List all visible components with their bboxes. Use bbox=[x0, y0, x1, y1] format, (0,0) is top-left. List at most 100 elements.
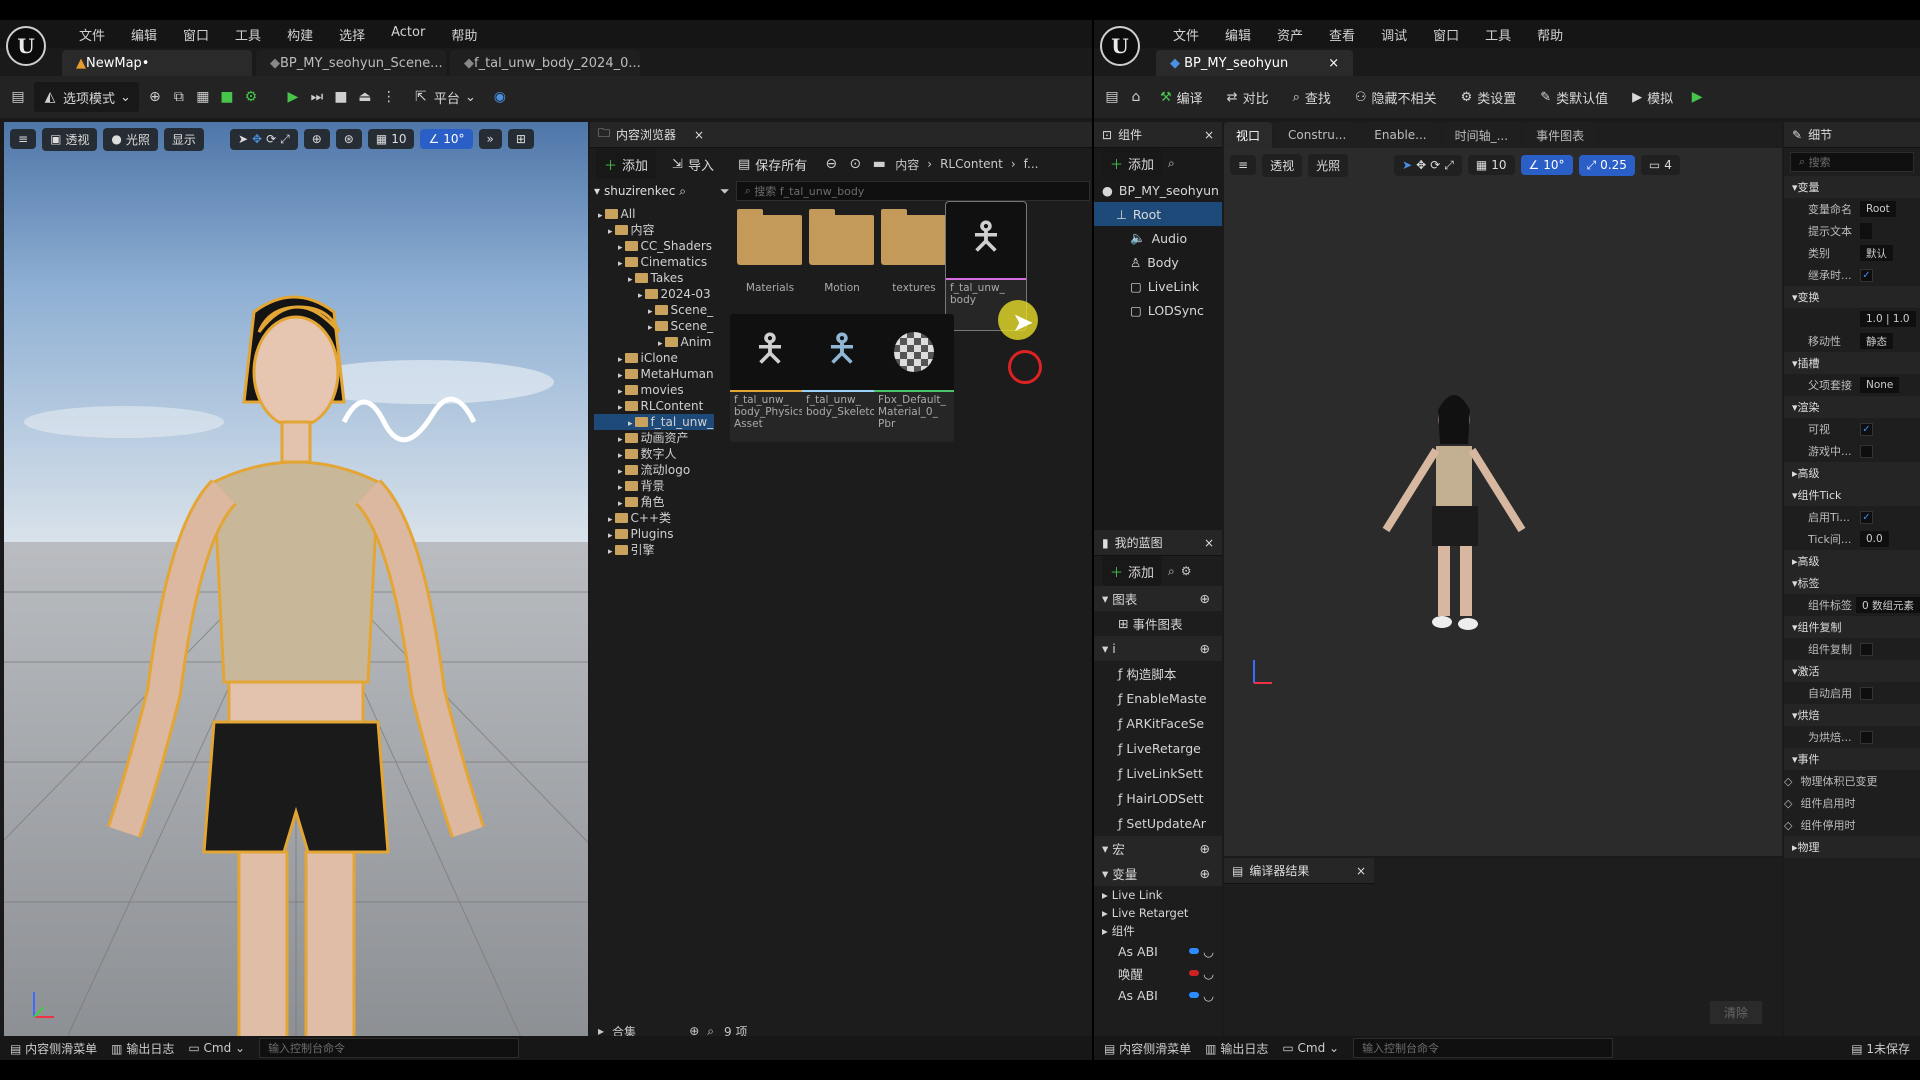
member-item[interactable]: ƒ LiveLinkSett bbox=[1094, 761, 1222, 786]
add-actor-icon[interactable]: ⊕ bbox=[147, 89, 163, 105]
document-tab[interactable]: ◆ BP_MY_seohyun_Scene... bbox=[256, 50, 446, 76]
lit-button[interactable]: 光照 bbox=[1308, 153, 1349, 177]
import-button[interactable]: ⇲ 导入 bbox=[664, 149, 722, 179]
level-viewport[interactable]: ≡ ▣ 透视 ● 光照 显示 ➤ ✥ ⟳ ⤢ ⊕ ⊛ ▦ 10 ∠ 10° » ⊞ bbox=[4, 122, 588, 1044]
tree-item[interactable]: ▸ 角色 bbox=[594, 494, 714, 510]
property-value[interactable]: 静态 bbox=[1860, 333, 1893, 349]
angle-snap-button[interactable]: ∠ 10° bbox=[420, 129, 473, 149]
property-value[interactable]: 0.0 bbox=[1860, 531, 1889, 547]
variable-item[interactable]: 唤醒 ◡ bbox=[1094, 962, 1222, 984]
viewport-menu-button[interactable]: ≡ bbox=[10, 129, 37, 149]
close-icon[interactable]: × bbox=[1328, 56, 1339, 71]
details-section[interactable]: ▸ 高级 bbox=[1784, 550, 1920, 572]
details-section[interactable]: ▾ 变量 bbox=[1784, 176, 1920, 198]
gear-icon[interactable]: ⚙ bbox=[1181, 564, 1192, 578]
clear-button[interactable]: 清除 bbox=[1709, 1001, 1762, 1024]
build-icon[interactable]: ■ bbox=[219, 89, 235, 105]
add-member-button[interactable]: ＋添加 bbox=[1102, 556, 1163, 586]
variable-item[interactable]: As ABI ◡ bbox=[1094, 984, 1222, 1006]
drawer-button[interactable]: ▤ 内容侧滑菜单 bbox=[1104, 1040, 1191, 1057]
details-section[interactable]: ▾ 组件Tick bbox=[1784, 484, 1920, 506]
toolbar-button-filter[interactable]: ⚇ 隐藏不相关 bbox=[1347, 82, 1445, 112]
breadcrumb-item[interactable]: 内容 bbox=[895, 156, 919, 173]
tree-item[interactable]: ▸ RLContent bbox=[594, 398, 714, 414]
console-input[interactable]: 输入控制台命令 bbox=[1353, 1038, 1614, 1058]
scale-icon[interactable]: ⤢ bbox=[280, 132, 290, 147]
close-icon[interactable]: × bbox=[1204, 536, 1214, 550]
editor-tab[interactable]: 事件图表 bbox=[1524, 122, 1597, 148]
details-search-input[interactable]: ⌕ 搜索 bbox=[1790, 152, 1914, 172]
rotate-icon[interactable]: ⟳ bbox=[1430, 158, 1440, 172]
details-section[interactable]: ▾ 事件 bbox=[1784, 748, 1920, 770]
filter-icon[interactable]: ⏷ bbox=[720, 184, 730, 199]
variable-group[interactable]: ▸ 组件 bbox=[1094, 922, 1222, 940]
menu-item[interactable]: 调试 bbox=[1368, 25, 1420, 44]
search-icon[interactable]: ⌕ bbox=[679, 184, 686, 199]
asset-tile[interactable]: textures bbox=[874, 202, 954, 330]
variable-group[interactable]: ▸ Live Retarget bbox=[1094, 904, 1222, 922]
editor-tab[interactable]: 时间轴_... bbox=[1442, 122, 1521, 148]
add-button[interactable]: ＋添加 bbox=[596, 149, 657, 179]
menu-item[interactable]: 查看 bbox=[1316, 25, 1368, 44]
menu-item[interactable]: 窗口 bbox=[170, 25, 222, 44]
tree-item[interactable]: ▸ 内容 bbox=[594, 222, 714, 238]
menu-item[interactable]: 编辑 bbox=[118, 25, 170, 44]
section-header[interactable]: ▾ 宏 ⊕ bbox=[1094, 836, 1222, 861]
browse-icon[interactable]: ⌂ bbox=[1128, 89, 1144, 105]
menu-item[interactable]: 文件 bbox=[66, 25, 118, 44]
component-item[interactable]: ▢ LiveLink bbox=[1094, 274, 1222, 298]
tree-item[interactable]: ▸ movies bbox=[594, 382, 714, 398]
search-input[interactable]: ⌕ 搜索 f_tal_unw_body bbox=[735, 181, 1090, 201]
drawer-button[interactable]: ▤ 内容侧滑菜单 bbox=[10, 1040, 97, 1057]
tree-item[interactable]: ▸ Scene_ bbox=[594, 302, 714, 318]
menu-item[interactable]: 编辑 bbox=[1212, 25, 1264, 44]
component-item[interactable]: ▢ LODSync bbox=[1094, 298, 1222, 322]
perspective-button[interactable]: ▣ 透视 bbox=[42, 127, 98, 151]
details-section[interactable]: ▾ 渲染 bbox=[1784, 396, 1920, 418]
tree-root-label[interactable]: shuzirenkec bbox=[604, 184, 675, 198]
checkbox[interactable] bbox=[1860, 686, 1873, 700]
document-tab[interactable]: ◆ f_tal_unw_body_2024_0... bbox=[450, 50, 640, 76]
tree-item[interactable]: ▸ 引擎 bbox=[594, 542, 714, 558]
world-local-button[interactable]: ⊕ bbox=[303, 129, 330, 149]
section-header[interactable]: ▾ 变量 ⊕ bbox=[1094, 861, 1222, 886]
cmd-button[interactable]: ▭ Cmd ⌄ bbox=[1282, 1041, 1339, 1055]
folder-icon[interactable]: ▬ bbox=[871, 156, 887, 172]
checkbox[interactable] bbox=[1860, 444, 1873, 458]
select-arrow-icon[interactable]: ➤ bbox=[238, 132, 248, 146]
close-icon[interactable]: × bbox=[694, 128, 704, 142]
menu-item[interactable]: 选择 bbox=[326, 25, 378, 44]
tree-item[interactable]: ▸ MetaHuman bbox=[594, 366, 714, 382]
tree-item[interactable]: ▸ C++类 bbox=[594, 510, 714, 526]
member-item[interactable]: ƒ 构造脚本 bbox=[1094, 661, 1222, 686]
member-item[interactable]: ƒ EnableMaste bbox=[1094, 686, 1222, 711]
menu-item[interactable]: 工具 bbox=[222, 25, 274, 44]
add-icon[interactable]: ⊕ bbox=[1200, 641, 1210, 656]
editor-tab[interactable]: 视口 bbox=[1224, 122, 1273, 148]
lit-button[interactable]: ● 光照 bbox=[103, 127, 158, 151]
surface-snap-button[interactable]: ⊛ bbox=[335, 129, 362, 149]
eject-icon[interactable]: ⏏ bbox=[357, 89, 373, 105]
step-icon[interactable]: ⏭ bbox=[309, 89, 325, 105]
menu-item[interactable]: 帮助 bbox=[1524, 25, 1576, 44]
property-value[interactable]: 1.0 | 1.0 bbox=[1860, 311, 1916, 327]
unsaved-button[interactable]: ▤ 1未保存 bbox=[1851, 1040, 1910, 1057]
property-value[interactable]: Root bbox=[1860, 201, 1896, 217]
output-log-button[interactable]: ▥ 输出日志 bbox=[1205, 1040, 1268, 1057]
play-icon[interactable]: ▶ bbox=[285, 89, 301, 105]
menu-item[interactable]: 资产 bbox=[1264, 25, 1316, 44]
save-icon[interactable]: ▤ bbox=[1104, 89, 1120, 105]
breadcrumb-item[interactable]: f... bbox=[1024, 157, 1039, 171]
grid-snap-button[interactable]: ▦ 10 bbox=[367, 129, 415, 149]
move-icon[interactable]: ✥ bbox=[252, 132, 262, 146]
menu-item[interactable]: 窗口 bbox=[1420, 25, 1472, 44]
rotate-icon[interactable]: ⟳ bbox=[266, 132, 276, 146]
close-icon[interactable]: × bbox=[1356, 864, 1366, 878]
toolbar-button-gear[interactable]: ⚙ 类设置 bbox=[1453, 82, 1525, 112]
menu-item[interactable]: 工具 bbox=[1472, 25, 1524, 44]
mode-select-button[interactable]: ◭ 选项模式 ⌄ bbox=[34, 82, 139, 112]
tree-item[interactable]: ▸ 2024-03 bbox=[594, 286, 714, 302]
tab-blueprint[interactable]: ◆ BP_MY_seohyun × bbox=[1156, 50, 1354, 76]
tree-item[interactable]: ▸ Takes bbox=[594, 270, 714, 286]
output-log-button[interactable]: ▥ 输出日志 bbox=[111, 1040, 174, 1057]
